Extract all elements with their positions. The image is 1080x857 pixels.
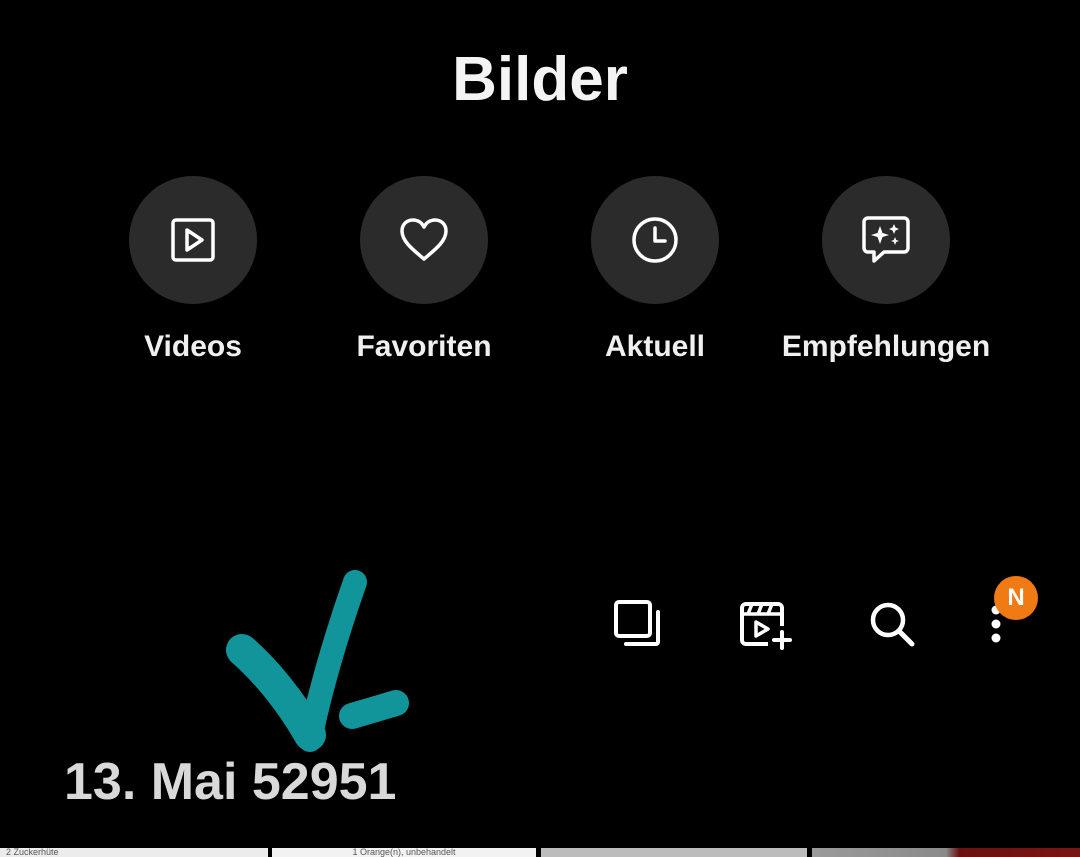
category-label-videos: Videos (144, 330, 242, 363)
category-aktuell[interactable]: Aktuell (530, 176, 780, 364)
category-label-empfehlungen: Empfehlungen (781, 330, 991, 363)
checkmark-annotation (226, 570, 409, 752)
page-title: Bilder (452, 45, 628, 114)
category-videos[interactable]: Videos (68, 176, 318, 364)
thumbnail-4[interactable] (812, 848, 1080, 857)
date-section-header: 13. Mai 52951 (64, 753, 397, 811)
empfehlungen-circle[interactable] (822, 176, 950, 304)
favoriten-circle[interactable] (360, 176, 488, 304)
video-play-icon (171, 218, 215, 262)
search-icon (870, 602, 915, 647)
select-copy-icon (614, 600, 660, 646)
thumbnail-caption-1: 2 Zuckerhüte (6, 848, 59, 857)
category-favoriten[interactable]: Favoriten (299, 176, 549, 364)
category-label-aktuell: Aktuell (604, 330, 706, 363)
thumbnail-caption-2: 1 Orange(n), unbehandelt (352, 848, 456, 857)
clock-icon (632, 217, 678, 263)
thumbnail-1[interactable]: 2 Zuckerhüte (0, 848, 268, 857)
heart-icon (400, 218, 448, 261)
thumbnail-2[interactable]: 1 Orange(n), unbehandelt (272, 848, 536, 857)
thumbnail-3[interactable] (541, 848, 807, 857)
notification-badge: N (994, 576, 1038, 620)
category-empfehlungen[interactable]: Empfehlungen (761, 176, 1011, 364)
create-movie-button[interactable] (734, 592, 798, 656)
category-label-favoriten: Favoriten (356, 330, 492, 363)
search-button[interactable] (860, 592, 924, 656)
create-movie-icon (740, 602, 792, 650)
aktuell-circle[interactable] (591, 176, 719, 304)
sparkle-chat-icon (862, 216, 910, 263)
select-copy-button[interactable] (606, 592, 670, 656)
videos-circle[interactable] (129, 176, 257, 304)
